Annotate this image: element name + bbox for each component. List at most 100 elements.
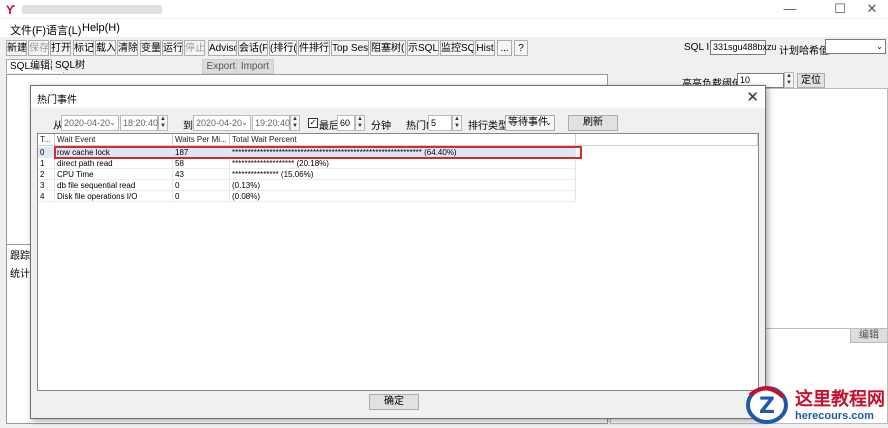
minimize-button[interactable]: — (776, 0, 804, 18)
last-label: 最后 (319, 121, 339, 132)
threshold-stepper[interactable]: ▲ ▼ (784, 72, 794, 88)
wait-event-cell: direct path read (55, 158, 173, 169)
close-icon[interactable]: ✕ (746, 88, 759, 106)
waits-per-min-cell: 58 (173, 158, 230, 169)
column-header-waits-per-min[interactable]: Waits Per Mi... (173, 134, 230, 146)
open-button[interactable]: 打开 (50, 40, 71, 56)
more-button[interactable]: ... (497, 40, 512, 56)
waits-per-min-cell: 0 (173, 180, 230, 191)
waits-per-min-cell: 0 (173, 191, 230, 202)
event-ranking-button[interactable]: 件排行(F (298, 40, 330, 56)
sql-id-input[interactable]: 331sgu488bxzu (710, 40, 777, 55)
highlight-annotation (54, 146, 582, 159)
row-index: 3 (38, 180, 55, 191)
to-time-stepper[interactable]: ▲ ▼ (290, 115, 300, 131)
help-button[interactable]: ? (514, 40, 528, 56)
watermark-z-icon: Z (746, 386, 788, 424)
to-date-picker[interactable]: 2020-04-20 ⌄ (193, 115, 251, 131)
wait-percent-cell: *************** (15.06%) (230, 169, 576, 180)
wait-event-cell: db file sequential read (55, 180, 173, 191)
clear-button[interactable]: 清除 (117, 40, 138, 56)
hot-events-dialog: 热门事件 ✕ 从 2020-04-20 ⌄ 18:20:40 ▲ ▼ 到 2020… (30, 85, 766, 419)
waits-per-min-cell: 43 (173, 169, 230, 180)
from-time-stepper[interactable]: ▲ ▼ (158, 115, 168, 131)
plan-hash-label: 计划哈希值 (779, 46, 829, 57)
last-minutes-stepper[interactable]: ▲ ▼ (355, 115, 365, 131)
wait-percent-cell: (0.08%) (230, 191, 576, 202)
wait-event-cell: CPU Time (55, 169, 173, 180)
ok-button[interactable]: 确定 (369, 394, 419, 410)
menu-help[interactable]: Help(H) (82, 22, 120, 34)
wait-events-table: T... Wait Event Waits Per Mi... Total Wa… (37, 133, 759, 391)
hist-button[interactable]: Hist (475, 40, 495, 56)
from-time-input[interactable]: 18:20:40 (120, 115, 158, 131)
watermark-url: herecours.com (795, 410, 874, 422)
monitor-sql-button[interactable]: 监控SQL (440, 40, 474, 56)
refresh-button[interactable]: 刷新 (568, 115, 618, 131)
load-button[interactable]: 载入 (95, 40, 116, 56)
from-date-value: 2020-04-20 (64, 118, 111, 128)
column-header-total-wait-percent[interactable]: Total Wait Percent (230, 134, 576, 146)
toolbar: 新建 保存 打开 标记 载入 清除 变量 运行 停止 Advisor 会话(F5… (0, 37, 888, 60)
chevron-down-icon: ⌄ (241, 118, 248, 127)
column-header-index[interactable]: T... (38, 134, 55, 146)
menu-bar: 文件(F) 语言(L) Help(H) (0, 19, 888, 37)
show-sql-button[interactable]: 示SQL(F (407, 40, 439, 56)
row-index: 0 (38, 147, 55, 158)
hot-n-stepper[interactable]: ▲ ▼ (452, 115, 462, 131)
advisor-button[interactable]: Advisor (208, 40, 237, 56)
last-minutes-input[interactable]: 60 (337, 115, 355, 131)
top-session-button[interactable]: Top Session (331, 40, 369, 56)
wait-percent-cell: (0.13%) (230, 180, 576, 191)
ranking-button[interactable]: (排行(F (269, 40, 297, 56)
save-button[interactable]: 保存 (28, 40, 49, 56)
app-icon: ϒ (6, 3, 16, 17)
table-row[interactable]: 2 CPU Time 43 *************** (15.06%) (38, 169, 758, 180)
wait-event-cell: Disk file operations I/O (55, 191, 173, 202)
close-window-button[interactable]: ✕ (858, 0, 886, 18)
maximize-button[interactable]: ☐ (826, 0, 854, 18)
column-header-wait-event[interactable]: Wait Event (55, 134, 173, 146)
row-index: 1 (38, 158, 55, 169)
tab-sql-tree[interactable]: SQL树 (52, 59, 89, 72)
menu-language[interactable]: 语言(L) (46, 22, 81, 38)
watermark-title: 这里教程网 (795, 389, 885, 410)
wait-percent-cell: ******************** (20.18%) (230, 158, 576, 169)
to-date-value: 2020-04-20 (196, 118, 243, 128)
chevron-down-icon: ⌄ (109, 118, 116, 127)
minutes-label: 分钟 (371, 121, 391, 132)
run-button[interactable]: 运行 (162, 40, 183, 56)
rank-type-label: 排行类型 (468, 121, 508, 132)
table-row[interactable]: 3 db file sequential read 0 (0.13%) (38, 180, 758, 191)
chevron-down-icon: ⌄ (876, 42, 883, 51)
rank-type-select[interactable]: 等待事件 ⌄ (505, 115, 555, 131)
to-label: 到 (183, 121, 193, 132)
new-button[interactable]: 新建 (6, 40, 27, 56)
rank-type-value: 等待事件 (508, 117, 548, 128)
from-date-picker[interactable]: 2020-04-20 ⌄ (61, 115, 119, 131)
session-button[interactable]: 会话(F5 (238, 40, 268, 56)
edit-button[interactable]: 编辑 (850, 328, 888, 343)
window-title-blurred (22, 5, 162, 14)
row-index: 4 (38, 191, 55, 202)
stop-button[interactable]: 停止 (184, 40, 205, 56)
variables-button[interactable]: 变量 (140, 40, 161, 56)
chevron-down-icon: ⌄ (545, 118, 552, 127)
dialog-title: 热门事件 (37, 95, 77, 106)
hot-n-input[interactable]: 5 (428, 115, 452, 131)
row-index: 2 (38, 169, 55, 180)
block-tree-button[interactable]: 阻塞树(F (370, 40, 406, 56)
editor-tab-row: SQL编辑器 SQL树 Export Import (0, 59, 600, 74)
export-button[interactable]: Export (202, 59, 240, 74)
dialog-title-bar: 热门事件 ✕ (31, 86, 765, 108)
last-minutes-checkbox[interactable]: ✓ (308, 118, 318, 128)
mark-button[interactable]: 标记 (73, 40, 94, 56)
to-time-input[interactable]: 19:20:40 (252, 115, 290, 131)
table-row[interactable]: 4 Disk file operations I/O 0 (0.08%) (38, 191, 758, 202)
title-bar: ϒ — ☐ ✕ (0, 0, 888, 18)
import-button[interactable]: Import (236, 59, 274, 74)
locate-button[interactable]: 定位 (797, 73, 825, 88)
menu-file[interactable]: 文件(F) (10, 22, 46, 38)
table-row[interactable]: 1 direct path read 58 ******************… (38, 158, 758, 169)
plan-hash-select[interactable]: ⌄ (825, 39, 886, 54)
